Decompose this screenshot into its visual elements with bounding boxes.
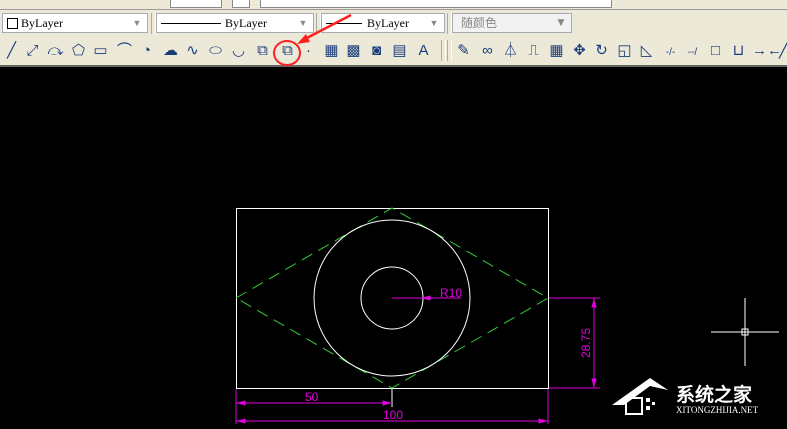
watermark-subtitle: XITONGZHIJIA.NET [676,405,759,415]
annotation-arrowhead [297,34,310,44]
dim-arrow [382,400,392,406]
dim-arrow [591,378,597,388]
dim-arrow [236,418,246,424]
drawing-svg: R10 50 100 28.75 [234,13,779,424]
crosshair-cursor [711,298,779,366]
highlight-circle [273,40,301,66]
watermark-title: 系统之家 [676,384,753,406]
width-label: 100 [383,408,403,422]
radius-arrow [421,295,431,301]
watermark: 系统之家 XITONGZHIJIA.NET [628,380,778,420]
radius-label: R10 [440,286,462,300]
dim-arrow [236,400,246,406]
dim-arrow [538,418,548,424]
annotation-arrow [302,13,352,42]
half-width-label: 50 [305,390,319,404]
vertical-dim-label: 28.75 [579,328,593,358]
dim-arrow [591,298,597,308]
